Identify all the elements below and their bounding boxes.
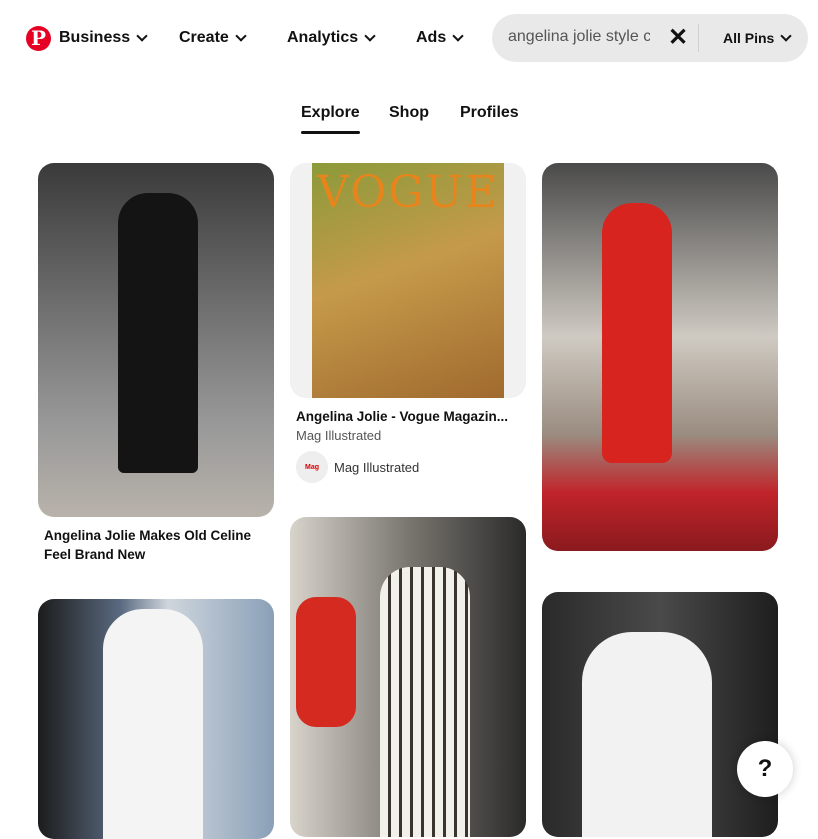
menu-label: Business xyxy=(59,29,131,46)
scope-label: All Pins xyxy=(723,30,775,46)
pin-title[interactable]: Angelina Jolie - Vogue Magazin... xyxy=(290,407,526,426)
menu-ads[interactable]: Ads xyxy=(416,29,464,47)
top-nav: P Business Create Analytics Ads ✕ All Pi… xyxy=(0,14,818,64)
pin-card[interactable] xyxy=(542,592,778,837)
pin-card[interactable] xyxy=(290,517,526,837)
menu-label: Analytics xyxy=(287,29,359,46)
figure xyxy=(118,193,198,473)
menu-analytics[interactable]: Analytics xyxy=(287,29,376,47)
pin-card[interactable]: Angelina Jolie Makes Old Celine Feel Bra… xyxy=(38,163,274,564)
pin-image[interactable]: VOGUE xyxy=(290,163,526,398)
chevron-down-icon xyxy=(452,29,464,42)
figure xyxy=(380,567,470,837)
help-button[interactable]: ? xyxy=(737,741,793,797)
figure xyxy=(602,203,672,463)
magazine-cover: VOGUE xyxy=(312,163,504,398)
pin-owner[interactable]: Mag Mag Illustrated xyxy=(290,451,526,483)
figure xyxy=(103,609,203,839)
chevron-down-icon xyxy=(235,29,247,42)
menu-create[interactable]: Create xyxy=(179,29,247,47)
divider xyxy=(698,24,699,52)
menu-business[interactable]: Business xyxy=(59,29,148,47)
pin-card[interactable] xyxy=(542,163,778,551)
chevron-down-icon xyxy=(364,29,376,42)
owner-avatar: Mag xyxy=(296,451,328,483)
chevron-down-icon xyxy=(780,29,793,42)
owner-name: Mag Illustrated xyxy=(334,459,420,475)
pin-image[interactable] xyxy=(38,599,274,839)
pin-image[interactable] xyxy=(290,517,526,837)
cover-masthead: VOGUE xyxy=(317,167,499,218)
pin-image[interactable] xyxy=(38,163,274,517)
search-scope-dropdown[interactable]: All Pins xyxy=(723,29,793,46)
pin-card[interactable]: VOGUE Angelina Jolie - Vogue Magazin... … xyxy=(290,163,526,483)
search-input[interactable] xyxy=(508,28,650,46)
pin-image[interactable] xyxy=(542,163,778,551)
pinterest-logo[interactable]: P xyxy=(26,26,51,51)
pin-subtitle: Mag Illustrated xyxy=(296,428,382,443)
chevron-down-icon xyxy=(136,29,148,42)
pin-image[interactable] xyxy=(542,592,778,837)
pin-title[interactable]: Angelina Jolie Makes Old Celine Feel Bra… xyxy=(38,526,274,564)
pin-card[interactable] xyxy=(38,599,274,839)
tab-explore[interactable]: Explore xyxy=(301,104,360,134)
figure xyxy=(296,597,356,727)
menu-label: Ads xyxy=(416,29,447,46)
menu-label: Create xyxy=(179,29,229,46)
figure xyxy=(582,632,712,837)
search-bar: ✕ All Pins xyxy=(492,14,808,62)
tab-shop[interactable]: Shop xyxy=(389,104,429,122)
close-icon[interactable]: ✕ xyxy=(668,23,688,52)
tab-profiles[interactable]: Profiles xyxy=(460,104,519,122)
